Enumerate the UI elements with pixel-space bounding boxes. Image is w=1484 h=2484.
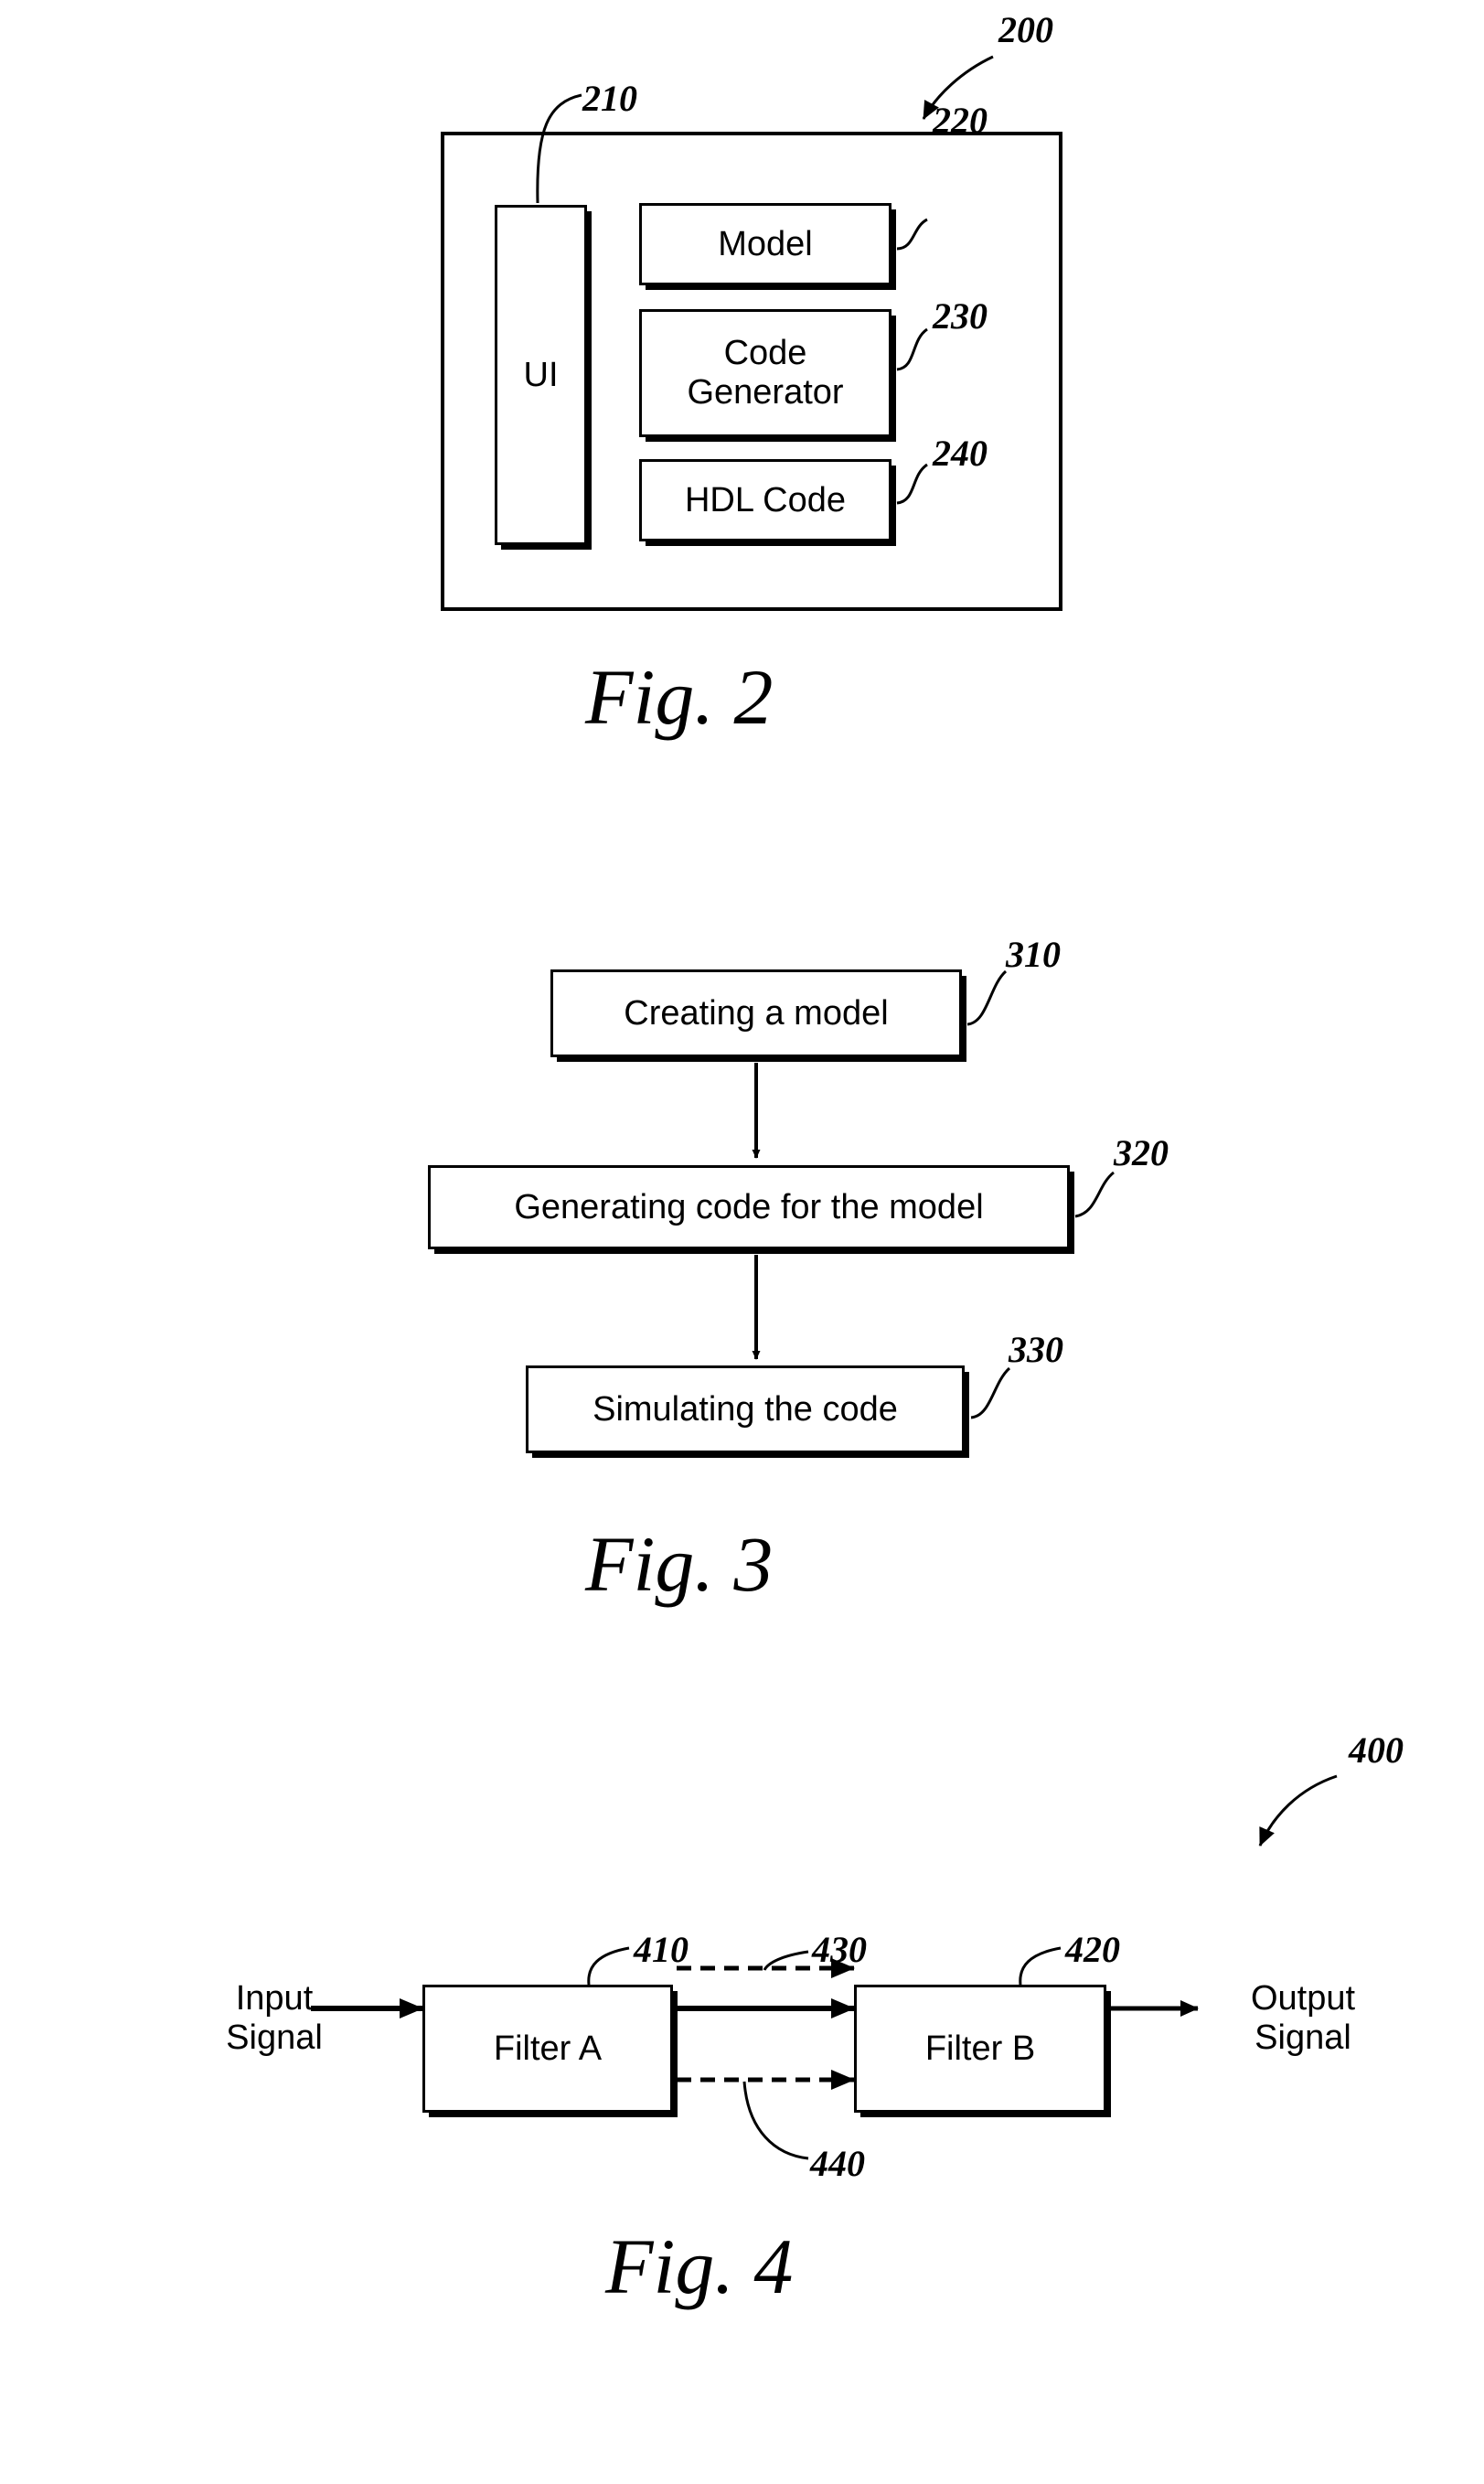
- fig3-ref-320: 320: [1114, 1132, 1169, 1173]
- fig3-caption: Fig. 3: [585, 1520, 774, 1608]
- fig3-step-creating-a-model: Creating a model: [550, 969, 962, 1057]
- fig4-output-signal-label: Output Signal: [1207, 1979, 1399, 2057]
- fig3-step2-label: Generating code for the model: [514, 1187, 984, 1226]
- fig4-input-signal-line2: Signal: [226, 2018, 323, 2057]
- fig4-input-signal-label: Input Signal: [187, 1979, 361, 2057]
- fig4-caption: Fig. 4: [605, 2222, 794, 2310]
- figure-4: Filter A Filter B Input Signal Output Si…: [0, 1729, 1484, 2484]
- fig4-ref-420: 420: [1065, 1929, 1120, 1970]
- fig4-output-signal-line1: Output: [1250, 1979, 1356, 2018]
- fig3-ref-310: 310: [1006, 934, 1061, 975]
- fig4-ref-430: 430: [812, 1929, 867, 1970]
- fig4-filter-b-label: Filter B: [924, 2029, 1036, 2068]
- fig4-filter-b-block: Filter B: [854, 1985, 1106, 2113]
- fig4-input-signal-line1: Input: [235, 1979, 314, 2018]
- fig4-ref-440: 440: [810, 2143, 865, 2184]
- fig4-filter-a-block: Filter A: [422, 1985, 673, 2113]
- fig4-output-signal-line2: Signal: [1254, 2018, 1351, 2057]
- fig3-step3-label: Simulating the code: [593, 1389, 898, 1429]
- fig3-step1-label: Creating a model: [624, 993, 889, 1033]
- fig3-step-generating-code: Generating code for the model: [428, 1165, 1070, 1249]
- fig4-ref-410: 410: [634, 1929, 689, 1970]
- fig4-filter-a-label: Filter A: [493, 2029, 603, 2068]
- figure-3: Creating a model Generating code for the…: [0, 0, 1484, 1738]
- fig3-ref-330: 330: [1009, 1329, 1063, 1370]
- fig4-ref-400: 400: [1349, 1729, 1404, 1771]
- fig3-step-simulating-the-code: Simulating the code: [526, 1365, 965, 1453]
